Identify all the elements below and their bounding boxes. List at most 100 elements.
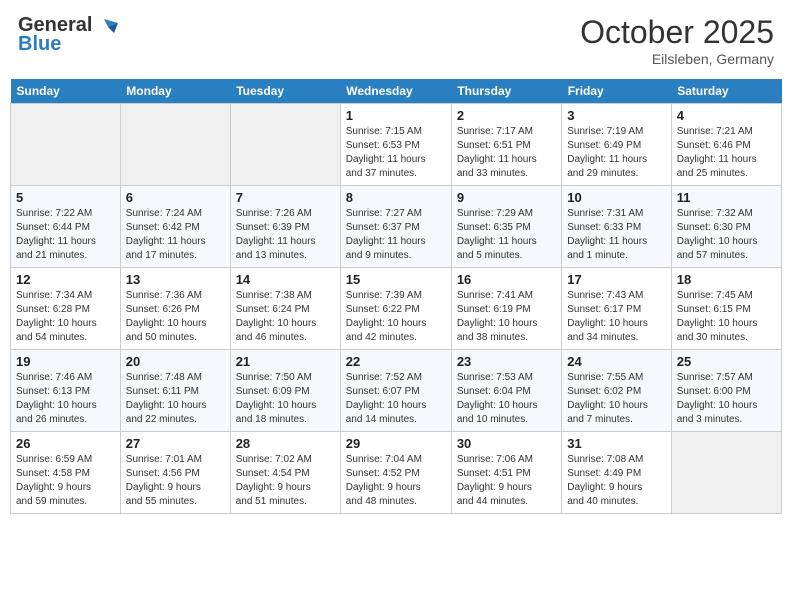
day-number: 5: [16, 190, 115, 205]
day-info: Sunrise: 7:24 AM Sunset: 6:42 PM Dayligh…: [126, 207, 225, 263]
calendar-cell: [671, 432, 781, 514]
day-info: Sunrise: 7:50 AM Sunset: 6:09 PM Dayligh…: [236, 371, 335, 427]
day-number: 7: [236, 190, 335, 205]
calendar-cell: 24 Sunrise: 7:55 AM Sunset: 6:02 PM Dayli…: [562, 350, 672, 432]
location-title: Eilsleben, Germany: [580, 51, 774, 67]
calendar-cell: [230, 104, 340, 186]
day-number: 29: [346, 436, 446, 451]
day-info: Sunrise: 7:34 AM Sunset: 6:28 PM Dayligh…: [16, 289, 115, 345]
calendar-week-row: 12 Sunrise: 7:34 AM Sunset: 6:28 PM Dayli…: [11, 268, 782, 350]
day-info: Sunrise: 7:45 AM Sunset: 6:15 PM Dayligh…: [677, 289, 776, 345]
calendar-cell: 14Sunrise: 7:38 AM Sunset: 6:24 PM Dayli…: [230, 268, 340, 350]
day-number: 3: [567, 108, 666, 123]
calendar-cell: 19 Sunrise: 7:46 AM Sunset: 6:13 PM Dayli…: [11, 350, 121, 432]
calendar-cell: 17 Sunrise: 7:43 AM Sunset: 6:17 PM Dayli…: [562, 268, 672, 350]
calendar-cell: 23 Sunrise: 7:53 AM Sunset: 6:04 PM Dayli…: [451, 350, 561, 432]
day-info: Sunrise: 7:48 AM Sunset: 6:11 PM Dayligh…: [126, 371, 225, 427]
day-number: 15: [346, 272, 446, 287]
day-number: 24: [567, 354, 666, 369]
day-number: 30: [457, 436, 556, 451]
calendar-cell: 9 Sunrise: 7:29 AM Sunset: 6:35 PM Daylig…: [451, 186, 561, 268]
day-info: Sunrise: 7:46 AM Sunset: 6:13 PM Dayligh…: [16, 371, 115, 427]
day-number: 19: [16, 354, 115, 369]
logo-blue-text: Blue: [18, 33, 61, 56]
day-info: Sunrise: 7:41 AM Sunset: 6:19 PM Dayligh…: [457, 289, 556, 345]
calendar-cell: 10 Sunrise: 7:31 AM Sunset: 6:33 PM Dayli…: [562, 186, 672, 268]
day-info: Sunrise: 7:36 AM Sunset: 6:26 PM Dayligh…: [126, 289, 225, 345]
day-info: Sunrise: 7:57 AM Sunset: 6:00 PM Dayligh…: [677, 371, 776, 427]
calendar-cell: 18 Sunrise: 7:45 AM Sunset: 6:15 PM Dayli…: [671, 268, 781, 350]
day-info: Sunrise: 7:39 AM Sunset: 6:22 PM Dayligh…: [346, 289, 446, 345]
day-number: 31: [567, 436, 666, 451]
calendar-week-row: 1 Sunrise: 7:15 AM Sunset: 6:53 PM Daylig…: [11, 104, 782, 186]
calendar-cell: 15 Sunrise: 7:39 AM Sunset: 6:22 PM Dayli…: [340, 268, 451, 350]
weekday-header: Friday: [562, 79, 672, 104]
day-info: Sunrise: 7:08 AM Sunset: 4:49 PM Dayligh…: [567, 453, 666, 509]
day-info: Sunrise: 7:06 AM Sunset: 4:51 PM Dayligh…: [457, 453, 556, 509]
day-info: Sunrise: 7:31 AM Sunset: 6:33 PM Dayligh…: [567, 207, 666, 263]
day-number: 1: [346, 108, 446, 123]
day-number: 23: [457, 354, 556, 369]
weekday-header: Tuesday: [230, 79, 340, 104]
calendar-cell: 8Sunrise: 7:27 AM Sunset: 6:37 PM Daylig…: [340, 186, 451, 268]
calendar-week-row: 26 Sunrise: 6:59 AM Sunset: 4:58 PM Dayli…: [11, 432, 782, 514]
calendar-cell: 2 Sunrise: 7:17 AM Sunset: 6:51 PM Daylig…: [451, 104, 561, 186]
calendar-cell: 29 Sunrise: 7:04 AM Sunset: 4:52 PM Dayli…: [340, 432, 451, 514]
calendar-cell: 30 Sunrise: 7:06 AM Sunset: 4:51 PM Dayli…: [451, 432, 561, 514]
day-info: Sunrise: 7:01 AM Sunset: 4:56 PM Dayligh…: [126, 453, 225, 509]
day-info: Sunrise: 7:21 AM Sunset: 6:46 PM Dayligh…: [677, 125, 776, 181]
weekday-header: Saturday: [671, 79, 781, 104]
calendar-cell: 12 Sunrise: 7:34 AM Sunset: 6:28 PM Dayli…: [11, 268, 121, 350]
day-info: Sunrise: 7:52 AM Sunset: 6:07 PM Dayligh…: [346, 371, 446, 427]
calendar-cell: 28Sunrise: 7:02 AM Sunset: 4:54 PM Dayli…: [230, 432, 340, 514]
calendar-week-row: 5 Sunrise: 7:22 AM Sunset: 6:44 PM Daylig…: [11, 186, 782, 268]
day-number: 17: [567, 272, 666, 287]
day-number: 25: [677, 354, 776, 369]
weekday-header: Monday: [120, 79, 230, 104]
calendar-cell: 4Sunrise: 7:21 AM Sunset: 6:46 PM Daylig…: [671, 104, 781, 186]
day-info: Sunrise: 7:29 AM Sunset: 6:35 PM Dayligh…: [457, 207, 556, 263]
weekday-header: Wednesday: [340, 79, 451, 104]
day-info: Sunrise: 7:17 AM Sunset: 6:51 PM Dayligh…: [457, 125, 556, 181]
day-info: Sunrise: 7:02 AM Sunset: 4:54 PM Dayligh…: [236, 453, 335, 509]
day-number: 16: [457, 272, 556, 287]
day-number: 2: [457, 108, 556, 123]
day-number: 22: [346, 354, 446, 369]
day-number: 6: [126, 190, 225, 205]
calendar-week-row: 19 Sunrise: 7:46 AM Sunset: 6:13 PM Dayli…: [11, 350, 782, 432]
calendar-cell: 11Sunrise: 7:32 AM Sunset: 6:30 PM Dayli…: [671, 186, 781, 268]
day-info: Sunrise: 7:15 AM Sunset: 6:53 PM Dayligh…: [346, 125, 446, 181]
month-title: October 2025: [580, 14, 774, 51]
calendar-cell: 21Sunrise: 7:50 AM Sunset: 6:09 PM Dayli…: [230, 350, 340, 432]
day-number: 11: [677, 190, 776, 205]
day-info: Sunrise: 7:04 AM Sunset: 4:52 PM Dayligh…: [346, 453, 446, 509]
day-number: 12: [16, 272, 115, 287]
day-info: Sunrise: 7:55 AM Sunset: 6:02 PM Dayligh…: [567, 371, 666, 427]
day-info: Sunrise: 6:59 AM Sunset: 4:58 PM Dayligh…: [16, 453, 115, 509]
calendar-cell: 20Sunrise: 7:48 AM Sunset: 6:11 PM Dayli…: [120, 350, 230, 432]
day-info: Sunrise: 7:26 AM Sunset: 6:39 PM Dayligh…: [236, 207, 335, 263]
calendar-cell: 7 Sunrise: 7:26 AM Sunset: 6:39 PM Daylig…: [230, 186, 340, 268]
calendar-cell: 3 Sunrise: 7:19 AM Sunset: 6:49 PM Daylig…: [562, 104, 672, 186]
calendar-cell: 27Sunrise: 7:01 AM Sunset: 4:56 PM Dayli…: [120, 432, 230, 514]
day-number: 18: [677, 272, 776, 287]
logo-bird-icon: [96, 15, 118, 37]
calendar-cell: 1 Sunrise: 7:15 AM Sunset: 6:53 PM Daylig…: [340, 104, 451, 186]
day-number: 9: [457, 190, 556, 205]
day-info: Sunrise: 7:27 AM Sunset: 6:37 PM Dayligh…: [346, 207, 446, 263]
day-info: Sunrise: 7:43 AM Sunset: 6:17 PM Dayligh…: [567, 289, 666, 345]
calendar-cell: [120, 104, 230, 186]
day-info: Sunrise: 7:38 AM Sunset: 6:24 PM Dayligh…: [236, 289, 335, 345]
day-info: Sunrise: 7:19 AM Sunset: 6:49 PM Dayligh…: [567, 125, 666, 181]
calendar-cell: 25 Sunrise: 7:57 AM Sunset: 6:00 PM Dayli…: [671, 350, 781, 432]
calendar-cell: 26 Sunrise: 6:59 AM Sunset: 4:58 PM Dayli…: [11, 432, 121, 514]
day-info: Sunrise: 7:53 AM Sunset: 6:04 PM Dayligh…: [457, 371, 556, 427]
logo: General Blue: [18, 14, 118, 56]
calendar-cell: 6 Sunrise: 7:24 AM Sunset: 6:42 PM Daylig…: [120, 186, 230, 268]
header: General Blue October 2025 Eilsleben, Ger…: [10, 10, 782, 71]
day-number: 26: [16, 436, 115, 451]
calendar-cell: 31 Sunrise: 7:08 AM Sunset: 4:49 PM Dayli…: [562, 432, 672, 514]
calendar-table: SundayMondayTuesdayWednesdayThursdayFrid…: [10, 79, 782, 514]
day-info: Sunrise: 7:22 AM Sunset: 6:44 PM Dayligh…: [16, 207, 115, 263]
day-number: 10: [567, 190, 666, 205]
